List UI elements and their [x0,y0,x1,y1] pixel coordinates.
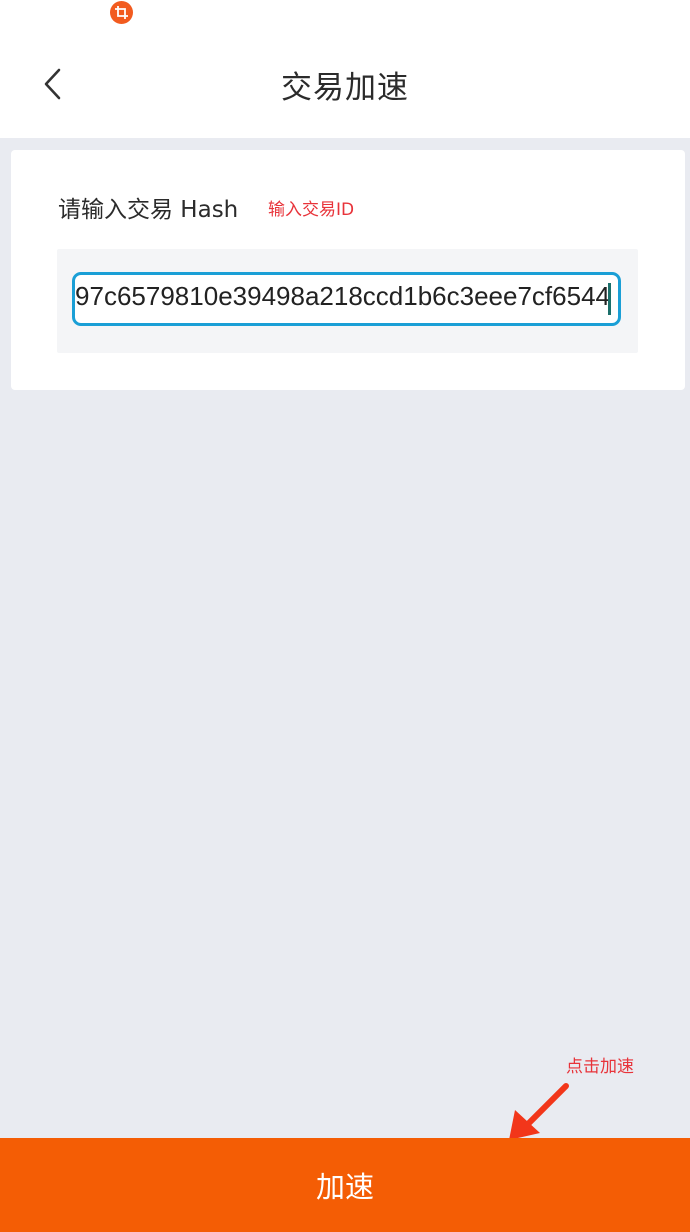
notification-badge [110,1,133,24]
accelerate-button[interactable]: 加速 [0,1138,690,1232]
text-caret [608,283,611,315]
page-title: 交易加速 [281,70,409,106]
crop-icon [115,6,128,19]
hash-input[interactable]: 8d0ff3a6ce9d6bdc9e4a76f21b97c6579810e394… [72,272,621,326]
hash-label: 请输入交易 Hash [58,197,239,223]
tap-hint-annotation: 点击加速 [566,1057,634,1077]
screen: 交易加速 请输入交易 Hash 输入交易ID 8d0ff3a6ce9d6bdc9… [0,0,690,1232]
hint-annotation: 输入交易ID [268,200,355,220]
hash-input-value: 8d0ff3a6ce9d6bdc9e4a76f21b97c6579810e394… [75,281,610,311]
top-bar: 交易加速 [0,0,690,138]
hash-form-card: 请输入交易 Hash 输入交易ID 8d0ff3a6ce9d6bdc9e4a76… [11,150,685,390]
hash-input-container: 8d0ff3a6ce9d6bdc9e4a76f21b97c6579810e394… [57,249,638,353]
